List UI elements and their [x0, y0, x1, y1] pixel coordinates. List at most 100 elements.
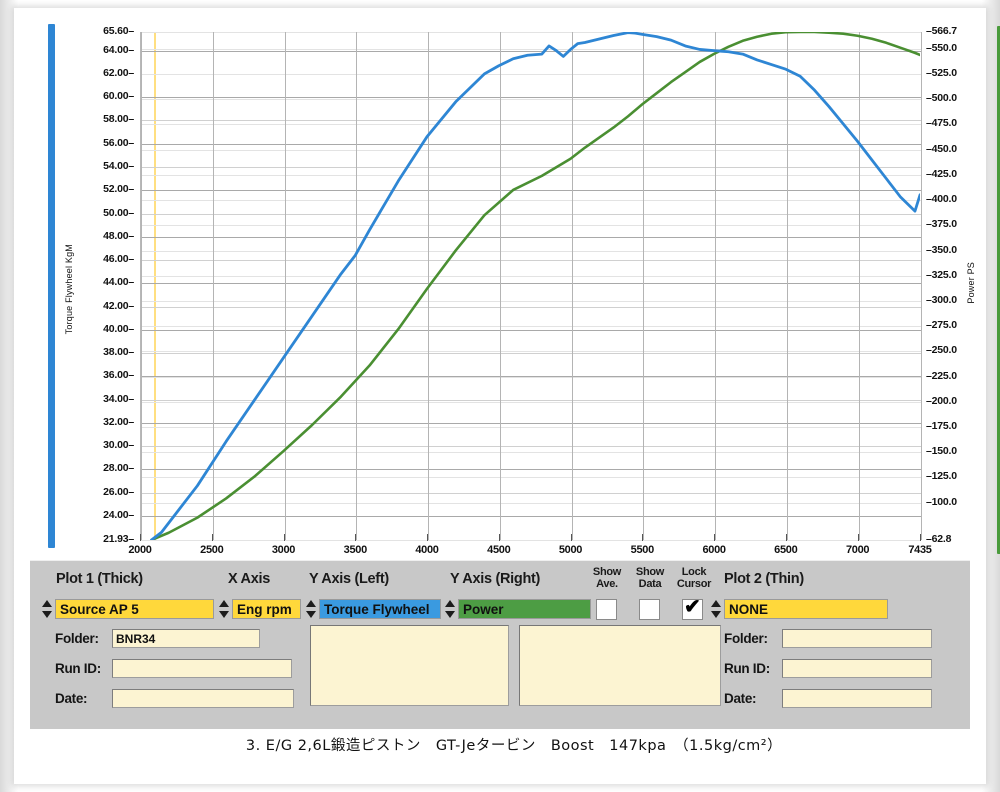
- y-tick-label-right: –450.0: [926, 143, 957, 155]
- left-axis-color-bar: [48, 24, 55, 548]
- lock-cursor-checkbox[interactable]: ✔: [682, 599, 703, 620]
- figure-caption: 3. E/G 2,6L鍛造ピストン GT-Jeタービン Boost 147kpa…: [14, 734, 1000, 755]
- plot1-source-select[interactable]: Source AP 5: [55, 599, 214, 619]
- y-tick-label: 34.00–: [103, 393, 134, 405]
- right-runid-label: Run ID:: [724, 661, 770, 676]
- x-tick-mark: [920, 534, 921, 541]
- y-tick-label-right: –550.0: [926, 42, 957, 54]
- show-data-header-line2: Data: [630, 579, 670, 591]
- y-tick-label: 42.00–: [103, 300, 134, 312]
- left-runid-label: Run ID:: [55, 661, 101, 676]
- left-date-input[interactable]: [112, 689, 294, 708]
- y-tick-label: 56.00–: [103, 137, 134, 149]
- x-tick-label: 3500: [325, 544, 385, 556]
- y-tick-label-right: –475.0: [926, 117, 957, 129]
- notes-box-2[interactable]: [519, 625, 721, 706]
- show-data-header-line1: Show: [630, 567, 670, 579]
- lock-cursor-header-line2: Cursor: [671, 579, 717, 591]
- y-tick-label: 32.00–: [103, 416, 134, 428]
- y-tick-label: 50.00–: [103, 207, 134, 219]
- right-folder-input[interactable]: [782, 629, 932, 648]
- y-tick-label: 62.00–: [103, 67, 134, 79]
- show-ave-header-line2: Ave.: [587, 579, 627, 591]
- right-axis-tick-labels: –566.7–550.0–525.0–500.0–475.0–450.0–425…: [926, 12, 986, 560]
- left-axis-title: Torque Flywheel KgM: [64, 244, 74, 334]
- y-axis-right-stepper[interactable]: [445, 599, 456, 619]
- x-tick-mark: [642, 534, 643, 541]
- lock-cursor-header-line1: Lock: [671, 567, 717, 579]
- x-tick-label: 5500: [612, 544, 672, 556]
- x-tick-label: 2500: [182, 544, 242, 556]
- y-tick-label: 52.00–: [103, 183, 134, 195]
- curve-layer: [140, 32, 920, 540]
- y-axis-left-select[interactable]: Torque Flywheel: [319, 599, 441, 619]
- y-tick-label-right: –325.0: [926, 269, 957, 281]
- plot2-header: Plot 2 (Thin): [724, 571, 804, 587]
- x-axis-header: X Axis: [228, 571, 270, 587]
- y-tick-label: 44.00–: [103, 276, 134, 288]
- y-tick-label-right: –400.0: [926, 193, 957, 205]
- show-ave-checkbox[interactable]: [596, 599, 617, 620]
- right-runid-input[interactable]: [782, 659, 932, 678]
- y-tick-label-right: –175.0: [926, 420, 957, 432]
- dyno-chart: Torque Flywheel KgM Power PS 65.60–64.00…: [30, 12, 970, 558]
- y-tick-label: 54.00–: [103, 160, 134, 172]
- y-tick-label: 24.00–: [103, 509, 134, 521]
- x-axis-tick-labels: 2000250030003500400045005000550060006500…: [140, 542, 920, 562]
- show-data-checkbox[interactable]: [639, 599, 660, 620]
- plot1-source-stepper[interactable]: [42, 599, 53, 619]
- y-tick-label-right: –200.0: [926, 395, 957, 407]
- left-folder-input[interactable]: BNR34: [112, 629, 260, 648]
- right-date-label: Date:: [724, 691, 756, 706]
- y-tick-label: 40.00–: [103, 323, 134, 335]
- show-ave-header-line1: Show: [587, 567, 627, 579]
- y-tick-label: 64.00–: [103, 44, 134, 56]
- screenshot-root: Torque Flywheel KgM Power PS 65.60–64.00…: [0, 0, 1000, 792]
- x-axis-stepper[interactable]: [219, 599, 230, 619]
- left-date-label: Date:: [55, 691, 87, 706]
- x-tick-mark: [714, 534, 715, 541]
- x-tick-mark: [858, 534, 859, 541]
- y-axis-left-stepper[interactable]: [306, 599, 317, 619]
- x-tick-label: 6500: [756, 544, 816, 556]
- y-axis-right-header: Y Axis (Right): [450, 571, 540, 587]
- x-tick-label: 3000: [254, 544, 314, 556]
- y-axis-right-select[interactable]: Power: [458, 599, 591, 619]
- right-date-input[interactable]: [782, 689, 932, 708]
- y-tick-label-right: –375.0: [926, 218, 957, 230]
- notes-box-1[interactable]: [310, 625, 509, 706]
- y-tick-label-right: –300.0: [926, 294, 957, 306]
- gridline-horizontal-right: [141, 540, 921, 541]
- left-runid-input[interactable]: [112, 659, 292, 678]
- lock-cursor-check: ✔: [684, 598, 701, 616]
- x-tick-mark: [355, 534, 356, 541]
- y-tick-label-right: –100.0: [926, 496, 957, 508]
- app-window: Torque Flywheel KgM Power PS 65.60–64.00…: [14, 8, 986, 784]
- plot2-source-select[interactable]: NONE: [724, 599, 888, 619]
- x-tick-mark: [571, 534, 572, 541]
- y-tick-label-right: –150.0: [926, 445, 957, 457]
- x-axis-select[interactable]: Eng rpm: [232, 599, 301, 619]
- x-tick-mark: [284, 534, 285, 541]
- y-tick-label: 38.00–: [103, 346, 134, 358]
- power-curve: [151, 32, 920, 540]
- x-tick-label: 7435: [890, 544, 950, 556]
- left-axis-tick-labels: 65.60–64.00–62.00–60.00–58.00–56.00–54.0…: [76, 12, 134, 560]
- x-tick-mark: [212, 534, 213, 541]
- y-tick-label-right: –125.0: [926, 470, 957, 482]
- right-folder-label: Folder:: [724, 631, 768, 646]
- y-axis-left-header: Y Axis (Left): [309, 571, 389, 587]
- plot1-header: Plot 1 (Thick): [56, 571, 143, 587]
- y-tick-label: 36.00–: [103, 369, 134, 381]
- plot2-source-stepper[interactable]: [711, 599, 722, 619]
- y-tick-label-right: –525.0: [926, 67, 957, 79]
- x-tick-label: 4000: [397, 544, 457, 556]
- y-tick-label-right: –425.0: [926, 168, 957, 180]
- x-tick-label: 6000: [684, 544, 744, 556]
- y-tick-label: 65.60–: [103, 25, 134, 37]
- y-tick-label: 30.00–: [103, 439, 134, 451]
- x-tick-label: 4500: [469, 544, 529, 556]
- y-tick-label-right: –566.7: [926, 25, 957, 37]
- y-tick-label-right: –275.0: [926, 319, 957, 331]
- x-tick-mark: [140, 534, 141, 541]
